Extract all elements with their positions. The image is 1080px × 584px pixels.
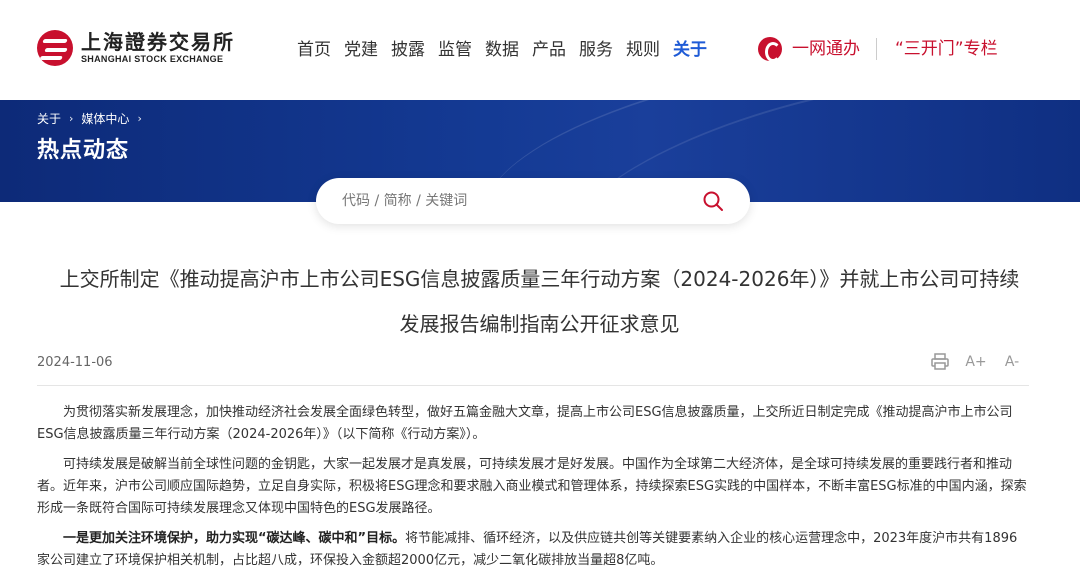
breadcrumb-item-media-center[interactable]: 媒体中心 xyxy=(81,110,129,127)
nav-item-party[interactable]: 党建 xyxy=(344,38,378,62)
nav-item-rules[interactable]: 规则 xyxy=(626,38,660,62)
search-input[interactable] xyxy=(342,193,682,209)
one-stop-service-icon[interactable] xyxy=(758,37,782,62)
article-body: 为贯彻落实新发展理念，加快推动经济社会发展全面绿色转型，做好五篇金融大文章，提高… xyxy=(37,402,1029,580)
article-paragraph: 可持续发展是破解当前全球性问题的金钥匙，大家一起发展才是真发展，可持续发展才是好… xyxy=(37,457,1027,516)
article-paragraph: 为贯彻落实新发展理念，加快推动经济社会发展全面绿色转型，做好五篇金融大文章，提高… xyxy=(37,405,1013,442)
chevron-right-icon: › xyxy=(137,112,142,125)
header-divider xyxy=(876,38,877,60)
nav-item-about[interactable]: 关于 xyxy=(673,38,707,62)
one-stop-service-link[interactable]: 一网通办 xyxy=(792,36,860,62)
article-date: 2024-11-06 xyxy=(37,355,113,370)
search-bar xyxy=(316,178,750,224)
article-meta: 2024-11-06 A+ A- xyxy=(37,350,1029,386)
nav-item-supervision[interactable]: 监管 xyxy=(438,38,472,62)
site-header: 上海證券交易所 SHANGHAI STOCK EXCHANGE 首页 党建 披露… xyxy=(0,0,1080,100)
nav-item-home[interactable]: 首页 xyxy=(297,38,331,62)
chevron-right-icon: › xyxy=(69,112,74,125)
logo-name-en: SHANGHAI STOCK EXCHANGE xyxy=(81,54,224,64)
sse-logo[interactable]: 上海證券交易所 SHANGHAI STOCK EXCHANGE xyxy=(37,30,235,66)
nav-item-disclosure[interactable]: 披露 xyxy=(391,38,425,62)
font-increase-button[interactable]: A+ xyxy=(965,352,987,372)
breadcrumb: 关于 › 媒体中心 › xyxy=(37,110,150,127)
three-doors-column-link[interactable]: “三开门”专栏 xyxy=(895,36,998,62)
header-right-links: 一网通办 “三开门”专栏 xyxy=(758,36,998,62)
sse-logo-icon xyxy=(37,30,73,66)
print-icon[interactable] xyxy=(929,352,951,372)
article-title-line: 发展报告编制指南公开征求意见 xyxy=(399,312,680,336)
breadcrumb-item-about[interactable]: 关于 xyxy=(37,110,61,127)
article-title-line: 上交所制定《推动提高沪市上市公司ESG信息披露质量三年行动方案（2024-202… xyxy=(59,267,1020,291)
paragraph-emphasis: 一是更加关注环境保护，助力实现“碳达峰、碳中和”目标。 xyxy=(63,531,406,546)
nav-item-services[interactable]: 服务 xyxy=(579,38,613,62)
search-icon[interactable] xyxy=(702,190,724,212)
font-decrease-button[interactable]: A- xyxy=(1001,352,1023,372)
logo-text: 上海證券交易所 SHANGHAI STOCK EXCHANGE xyxy=(81,31,235,65)
nav-item-products[interactable]: 产品 xyxy=(532,38,566,62)
main-nav: 首页 党建 披露 监管 数据 产品 服务 规则 关于 xyxy=(297,38,720,62)
page-title: 热点动态 xyxy=(37,138,130,163)
nav-item-data[interactable]: 数据 xyxy=(485,38,519,62)
article-title: 上交所制定《推动提高沪市上市公司ESG信息披露质量三年行动方案（2024-202… xyxy=(37,262,1042,341)
article-paragraph: 一是更加关注环境保护，助力实现“碳达峰、碳中和”目标。将节能减排、循环经济，以及… xyxy=(37,528,1029,572)
logo-name-cn: 上海證券交易所 xyxy=(81,30,235,54)
article-tools: A+ A- xyxy=(929,352,1023,372)
